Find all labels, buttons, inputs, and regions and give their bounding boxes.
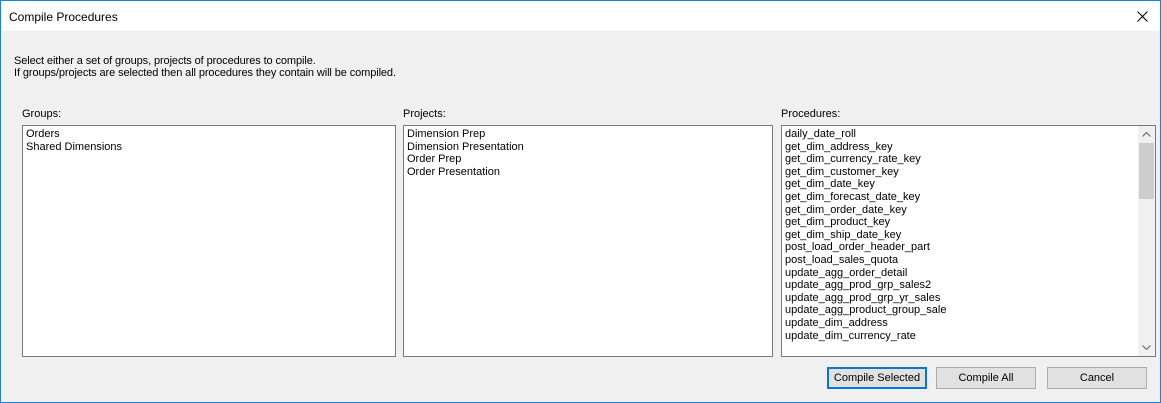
scroll-thumb[interactable]: [1139, 143, 1154, 199]
close-icon: [1137, 11, 1148, 22]
groups-label: Groups:: [22, 108, 62, 120]
compile-all-button[interactable]: Compile All: [936, 367, 1036, 389]
compile-selected-button[interactable]: Compile Selected: [827, 367, 927, 389]
procedure-list-item[interactable]: get_dim_currency_rate_key: [782, 153, 1138, 166]
procedure-list-item[interactable]: post_load_order_header_part: [782, 241, 1138, 254]
procedure-list-item[interactable]: post_load_sales_quota: [782, 254, 1138, 267]
close-button[interactable]: [1128, 1, 1158, 31]
project-list-item[interactable]: Order Presentation: [404, 166, 772, 179]
procedure-list-item[interactable]: get_dim_customer_key: [782, 166, 1138, 179]
compile-procedures-dialog: Compile Procedures Select either a set o…: [0, 0, 1161, 403]
project-list-item[interactable]: Dimension Presentation: [404, 141, 772, 154]
procedure-list-item[interactable]: update_agg_prod_grp_sales2: [782, 279, 1138, 292]
procedure-list-item[interactable]: get_dim_date_key: [782, 178, 1138, 191]
procedure-list-item[interactable]: get_dim_ship_date_key: [782, 229, 1138, 242]
description-line-2: If groups/projects are selected then all…: [14, 67, 396, 79]
scroll-down-button[interactable]: [1138, 339, 1155, 356]
description-line-1: Select either a set of groups, projects …: [14, 55, 316, 67]
procedures-label: Procedures:: [781, 108, 841, 120]
procedures-listbox[interactable]: daily_date_roll get_dim_address_key get_di…: [781, 125, 1156, 357]
projects-label: Projects:: [403, 108, 446, 120]
chevron-up-icon: [1142, 132, 1151, 137]
procedure-list-item[interactable]: update_dim_currency_rate: [782, 330, 1138, 343]
project-list-item[interactable]: Order Prep: [404, 153, 772, 166]
procedure-list-item[interactable]: update_agg_order_detail: [782, 267, 1138, 280]
procedure-list-item[interactable]: daily_date_roll: [782, 128, 1138, 141]
procedure-list-item[interactable]: get_dim_address_key: [782, 141, 1138, 154]
procedures-scrollbar[interactable]: [1138, 126, 1155, 356]
procedure-list-item[interactable]: update_dim_address: [782, 317, 1138, 330]
group-list-item[interactable]: Shared Dimensions: [23, 141, 395, 154]
scroll-up-button[interactable]: [1138, 126, 1155, 143]
groups-list: Orders Shared Dimensions: [23, 128, 395, 153]
procedure-list-item[interactable]: get_dim_product_key: [782, 216, 1138, 229]
group-list-item[interactable]: Orders: [23, 128, 395, 141]
procedure-list-item[interactable]: update_agg_product_group_sale: [782, 304, 1138, 317]
groups-listbox[interactable]: Orders Shared Dimensions: [22, 125, 396, 357]
procedure-list-item[interactable]: get_dim_order_date_key: [782, 204, 1138, 217]
procedure-list-item[interactable]: get_dim_forecast_date_key: [782, 191, 1138, 204]
title-bar: Compile Procedures: [1, 1, 1160, 31]
chevron-down-icon: [1142, 345, 1151, 350]
project-list-item[interactable]: Dimension Prep: [404, 128, 772, 141]
projects-list: Dimension Prep Dimension Presentation Orde…: [404, 128, 772, 178]
procedures-list: daily_date_roll get_dim_address_key get_di…: [782, 128, 1138, 342]
projects-listbox[interactable]: Dimension Prep Dimension Presentation Orde…: [403, 125, 773, 357]
cancel-button[interactable]: Cancel: [1047, 367, 1147, 389]
procedure-list-item[interactable]: update_agg_prod_grp_yr_sales: [782, 292, 1138, 305]
dialog-title: Compile Procedures: [9, 10, 118, 24]
